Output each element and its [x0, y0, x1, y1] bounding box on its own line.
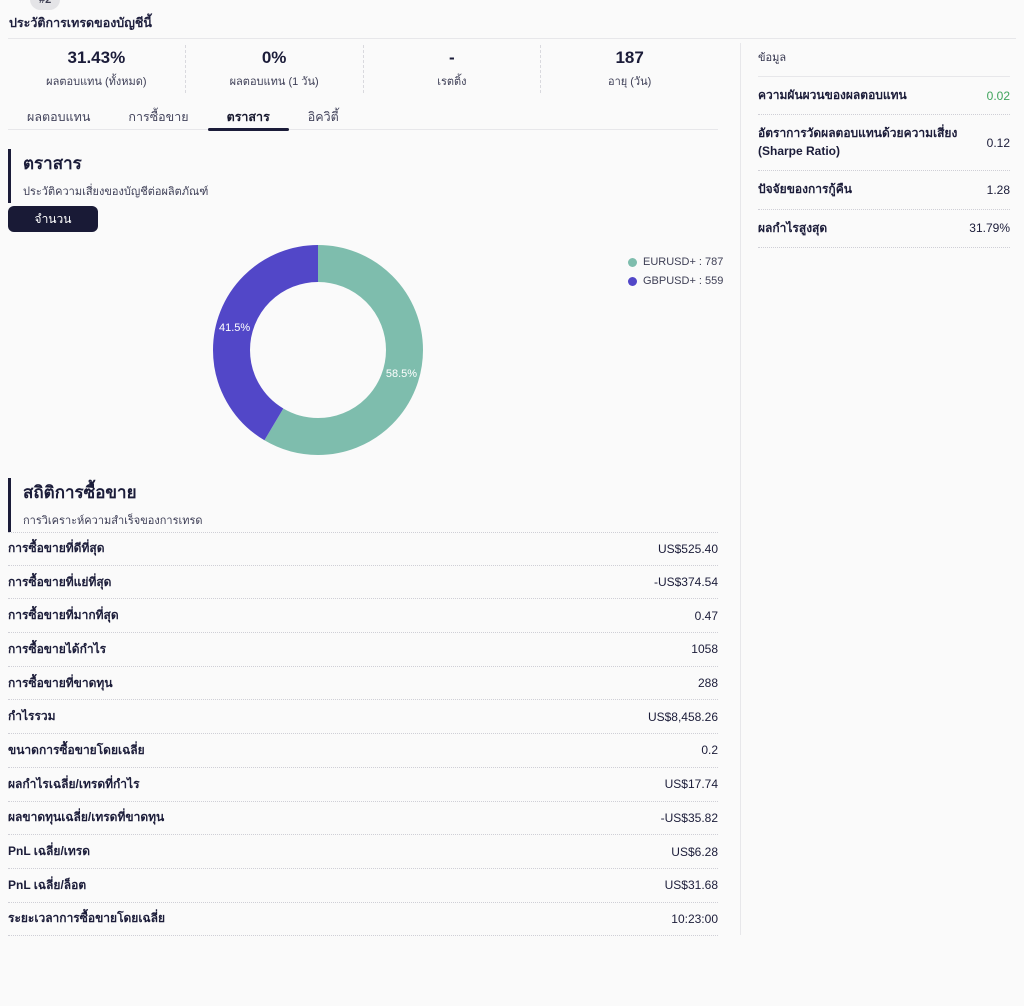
stat-label: ระยะเวลาการซื้อขายโดยเฉลี่ย	[8, 909, 165, 928]
donut-slice-percent-label: 58.5%	[386, 368, 417, 380]
table-row: ขนาดการซื้อขายโดยเฉลี่ย 0.2	[8, 734, 718, 768]
stat-label: การซื้อขายได้กำไร	[8, 640, 106, 659]
table-row: ระยะเวลาการซื้อขายโดยเฉลี่ย 10:23:00	[8, 903, 718, 937]
rank-badge: #2	[30, 0, 60, 10]
legend-label: GBPUSD+ : 559	[643, 275, 723, 287]
table-row: การซื้อขายที่ขาดทุน 288	[8, 667, 718, 701]
table-row: การซื้อขายที่มากที่สุด 0.47	[8, 599, 718, 633]
instrument-donut-chart[interactable]: 58.5% 41.5%	[212, 244, 424, 456]
stat-value: US$31.68	[665, 878, 718, 892]
tab-instruments[interactable]: ตราสาร	[208, 99, 289, 129]
table-row: การซื้อขายที่ดีที่สุด US$525.40	[8, 532, 718, 566]
legend-dot-icon	[628, 258, 637, 267]
table-row: PnL เฉลี่ย/เทรด US$6.28	[8, 835, 718, 869]
summary-value: 0%	[262, 48, 287, 68]
stat-value: US$8,458.26	[648, 710, 718, 724]
detail-tabs: ผลตอบแทน การซื้อขาย ตราสาร อิควิตี้	[8, 99, 718, 130]
table-row: การซื้อขายที่แย่ที่สุด -US$374.54	[8, 566, 718, 600]
stat-value: 288	[698, 676, 718, 690]
tab-returns[interactable]: ผลตอบแทน	[8, 99, 109, 129]
trade-stats-section-title: สถิติการซื้อขาย	[23, 479, 428, 506]
info-label: อัตราการวัดผลตอบแทนด้วยความเสี่ยง (Sharp…	[758, 125, 977, 160]
stat-value: 10:23:00	[671, 912, 718, 926]
table-row: ผลขาดทุนเฉลี่ย/เทรดที่ขาดทุน -US$35.82	[8, 802, 718, 836]
tab-trading[interactable]: การซื้อขาย	[109, 99, 207, 129]
stat-label: ผลกำไรเฉลี่ย/เทรดที่กำไร	[8, 775, 140, 794]
info-value: 1.28	[987, 183, 1010, 197]
summary-label: เรตติ้ง	[437, 72, 466, 90]
amount-button[interactable]: จำนวน	[8, 206, 98, 232]
list-item: อัตราการวัดผลตอบแทนด้วยความเสี่ยง (Sharp…	[758, 115, 1010, 171]
top-divider	[8, 38, 1016, 39]
stat-label: ผลขาดทุนเฉลี่ย/เทรดที่ขาดทุน	[8, 808, 164, 827]
summary-value: 187	[615, 48, 643, 68]
info-value: 31.79%	[969, 221, 1010, 235]
stat-label: การซื้อขายที่ดีที่สุด	[8, 539, 105, 558]
instruments-section-title: ตราสาร	[23, 150, 428, 177]
page-title: ประวัติการเทรดของบัญชีนี้	[9, 13, 152, 33]
summary-label: ผลตอบแทน (1 วัน)	[230, 72, 319, 90]
info-sidebar: ข้อมูล ความผันผวนของผลตอบแทน 0.02 อัตราก…	[758, 48, 1010, 248]
info-value: 0.12	[987, 136, 1010, 150]
stat-label: การซื้อขายที่ขาดทุน	[8, 674, 113, 693]
list-item: ปัจจัยของการกู้คืน 1.28	[758, 171, 1010, 209]
summary-value: -	[449, 48, 455, 68]
sidebar-divider	[740, 43, 741, 935]
table-row: PnL เฉลี่ย/ล็อต US$31.68	[8, 869, 718, 903]
donut-slice-percent-label: 41.5%	[219, 322, 250, 334]
stat-value: US$6.28	[671, 845, 718, 859]
legend-label: EURUSD+ : 787	[643, 256, 723, 268]
trade-stats-section-subtitle: การวิเคราะห์ความสำเร็จของการเทรด	[23, 511, 428, 529]
summary-label: อายุ (วัน)	[608, 72, 651, 90]
list-item: ความผันผวนของผลตอบแทน 0.02	[758, 77, 1010, 115]
table-row: กำไรรวม US$8,458.26	[8, 700, 718, 734]
legend-dot-icon	[628, 277, 637, 286]
stat-value: 0.47	[695, 609, 718, 623]
stat-label: การซื้อขายที่มากที่สุด	[8, 606, 119, 625]
summary-age: 187 อายุ (วัน)	[541, 45, 718, 93]
table-row: การซื้อขายได้กำไร 1058	[8, 633, 718, 667]
stat-label: ขนาดการซื้อขายโดยเฉลี่ย	[8, 741, 145, 760]
donut-chart-svg: 58.5% 41.5%	[212, 244, 424, 456]
instruments-section-header: ตราสาร ประวัติความเสี่ยงของบัญชีต่อผลิตภ…	[8, 149, 428, 203]
tab-equity[interactable]: อิควิตี้	[289, 99, 358, 129]
stat-value: -US$374.54	[654, 575, 718, 589]
stat-value: 0.2	[701, 743, 718, 757]
trade-stats-table: การซื้อขายที่ดีที่สุด US$525.40 การซื้อข…	[8, 532, 718, 936]
instruments-section-subtitle: ประวัติความเสี่ยงของบัญชีต่อผลิตภัณฑ์	[23, 182, 428, 200]
summary-label: ผลตอบแทน (ทั้งหมด)	[46, 72, 146, 90]
stat-label: กำไรรวม	[8, 707, 56, 726]
account-summary-strip: 31.43% ผลตอบแทน (ทั้งหมด) 0% ผลตอบแทน (1…	[8, 45, 718, 93]
legend-item-gbpusd[interactable]: GBPUSD+ : 559	[628, 275, 723, 287]
table-row: ผลกำไรเฉลี่ย/เทรดที่กำไร US$17.74	[8, 768, 718, 802]
trade-stats-section-header: สถิติการซื้อขาย การวิเคราะห์ความสำเร็จขอ…	[8, 478, 428, 532]
info-label: ปัจจัยของการกู้คืน	[758, 181, 852, 198]
summary-daily-return: 0% ผลตอบแทน (1 วัน)	[186, 45, 364, 93]
info-label: ความผันผวนของผลตอบแทน	[758, 87, 907, 104]
legend-item-eurusd[interactable]: EURUSD+ : 787	[628, 256, 723, 268]
stat-label: PnL เฉลี่ย/ล็อต	[8, 876, 86, 895]
stat-value: -US$35.82	[661, 811, 718, 825]
info-value: 0.02	[987, 89, 1010, 103]
list-item: ผลกำไรสูงสุด 31.79%	[758, 210, 1010, 248]
summary-rating: - เรตติ้ง	[364, 45, 542, 93]
stat-label: PnL เฉลี่ย/เทรด	[8, 842, 90, 861]
stat-value: 1058	[691, 642, 718, 656]
summary-value: 31.43%	[68, 48, 126, 68]
info-label: ผลกำไรสูงสุด	[758, 220, 827, 237]
stat-value: US$525.40	[658, 542, 718, 556]
chart-legend: EURUSD+ : 787 GBPUSD+ : 559	[628, 256, 723, 287]
stat-value: US$17.74	[665, 777, 718, 791]
stat-label: การซื้อขายที่แย่ที่สุด	[8, 573, 111, 592]
summary-total-return: 31.43% ผลตอบแทน (ทั้งหมด)	[8, 45, 186, 93]
sidebar-title: ข้อมูล	[758, 48, 1010, 77]
